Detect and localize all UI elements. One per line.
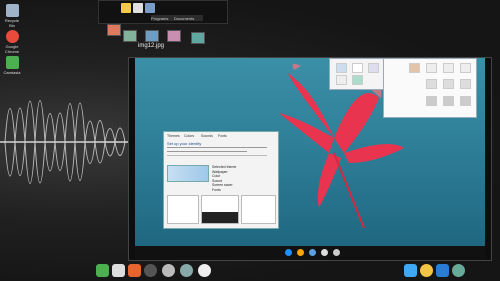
camtasia-icon bbox=[5, 56, 19, 69]
theme-list[interactable] bbox=[167, 195, 199, 224]
file-tile[interactable] bbox=[426, 96, 437, 106]
divider bbox=[167, 147, 267, 148]
explorer-icon[interactable] bbox=[285, 249, 292, 256]
thumbnail[interactable] bbox=[145, 30, 159, 42]
desktop-icon-chrome[interactable]: Google Chrome bbox=[2, 30, 22, 54]
image-filename: img12.jpg bbox=[138, 43, 165, 49]
dock-tab-documents[interactable]: Documents bbox=[174, 16, 194, 21]
dialog-heading: Set up your identity bbox=[167, 141, 202, 146]
document-icon[interactable] bbox=[112, 264, 125, 277]
thumbnail[interactable] bbox=[107, 24, 121, 36]
divider bbox=[167, 151, 247, 152]
document-icon[interactable] bbox=[133, 3, 143, 13]
file-tile[interactable] bbox=[460, 96, 471, 106]
folder-icon[interactable] bbox=[121, 3, 131, 13]
desktop-icon-label: Google Chrome bbox=[4, 44, 20, 54]
dialog-tab-colors[interactable]: Colors bbox=[184, 134, 194, 138]
inner-taskbar bbox=[135, 246, 485, 260]
file-tile[interactable] bbox=[443, 96, 454, 106]
chrome-icon bbox=[5, 30, 19, 43]
dialog-tab-sounds[interactable]: Sounds bbox=[201, 134, 213, 138]
explorer-window[interactable] bbox=[383, 58, 477, 118]
file-tile[interactable] bbox=[336, 75, 347, 85]
dialog-tab-fonts[interactable]: Fonts bbox=[218, 134, 227, 138]
camtasia-icon[interactable] bbox=[96, 264, 109, 277]
file-tile[interactable] bbox=[443, 63, 454, 73]
file-tile[interactable] bbox=[460, 79, 471, 89]
image-preview-window[interactable]: Themes Colors Sounds Fonts Set up your i… bbox=[128, 57, 492, 261]
top-dock: Programs Documents bbox=[98, 0, 228, 24]
dock-tab-programs[interactable]: Programs bbox=[151, 16, 168, 21]
desktop-icon-label: Recycle Bin bbox=[4, 18, 20, 28]
theme-detail-line: Selected theme bbox=[212, 165, 237, 169]
recycle-bin-icon bbox=[5, 4, 19, 17]
theme-detail-line: Fonts bbox=[212, 187, 221, 192]
people-icon[interactable] bbox=[145, 3, 155, 13]
theme-details: Selected theme Wallpaper Color Sound Scr… bbox=[212, 165, 236, 192]
file-tile[interactable] bbox=[409, 63, 420, 73]
file-tile[interactable] bbox=[352, 75, 363, 85]
thumbnail[interactable] bbox=[191, 32, 205, 44]
network-icon[interactable] bbox=[180, 264, 193, 277]
desktop-icon-recycle-bin[interactable]: Recycle Bin bbox=[2, 4, 22, 28]
color-list[interactable] bbox=[201, 195, 239, 224]
description-panel bbox=[241, 195, 276, 224]
media-icon[interactable] bbox=[297, 249, 304, 256]
desktop-icon-camtasia[interactable]: Camtasia bbox=[2, 56, 22, 75]
thumbnail[interactable] bbox=[167, 30, 181, 42]
monitor-icon[interactable] bbox=[404, 264, 417, 277]
theme-detail-line: Screen saver bbox=[212, 183, 233, 187]
cloud-icon[interactable] bbox=[162, 264, 175, 277]
file-tile[interactable] bbox=[460, 63, 471, 73]
file-tile[interactable] bbox=[352, 63, 363, 73]
file-tile[interactable] bbox=[368, 63, 379, 73]
theme-preview[interactable] bbox=[167, 165, 209, 182]
taskbar bbox=[0, 262, 500, 281]
globe-icon[interactable] bbox=[452, 264, 465, 277]
media-player-icon[interactable] bbox=[144, 264, 157, 277]
thumbnail[interactable] bbox=[123, 30, 137, 42]
personalization-dialog[interactable]: Themes Colors Sounds Fonts Set up your i… bbox=[163, 131, 279, 229]
dialog-tab-themes[interactable]: Themes bbox=[167, 134, 180, 138]
folder-icon[interactable] bbox=[309, 249, 316, 256]
weather-icon[interactable] bbox=[420, 264, 433, 277]
clock-icon[interactable] bbox=[333, 249, 340, 256]
power-icon[interactable] bbox=[198, 264, 211, 277]
file-tile[interactable] bbox=[426, 63, 437, 73]
settings-icon[interactable] bbox=[321, 249, 328, 256]
file-tile[interactable] bbox=[443, 79, 454, 89]
file-tile[interactable] bbox=[336, 63, 347, 73]
html5-icon[interactable] bbox=[128, 264, 141, 277]
thumbnail-strip bbox=[95, 24, 215, 44]
file-tile[interactable] bbox=[426, 79, 437, 89]
divider bbox=[167, 155, 267, 156]
waveform-wallpaper bbox=[0, 100, 135, 184]
app-icon[interactable] bbox=[436, 264, 449, 277]
desktop-icon-label: Camtasia bbox=[3, 70, 21, 75]
